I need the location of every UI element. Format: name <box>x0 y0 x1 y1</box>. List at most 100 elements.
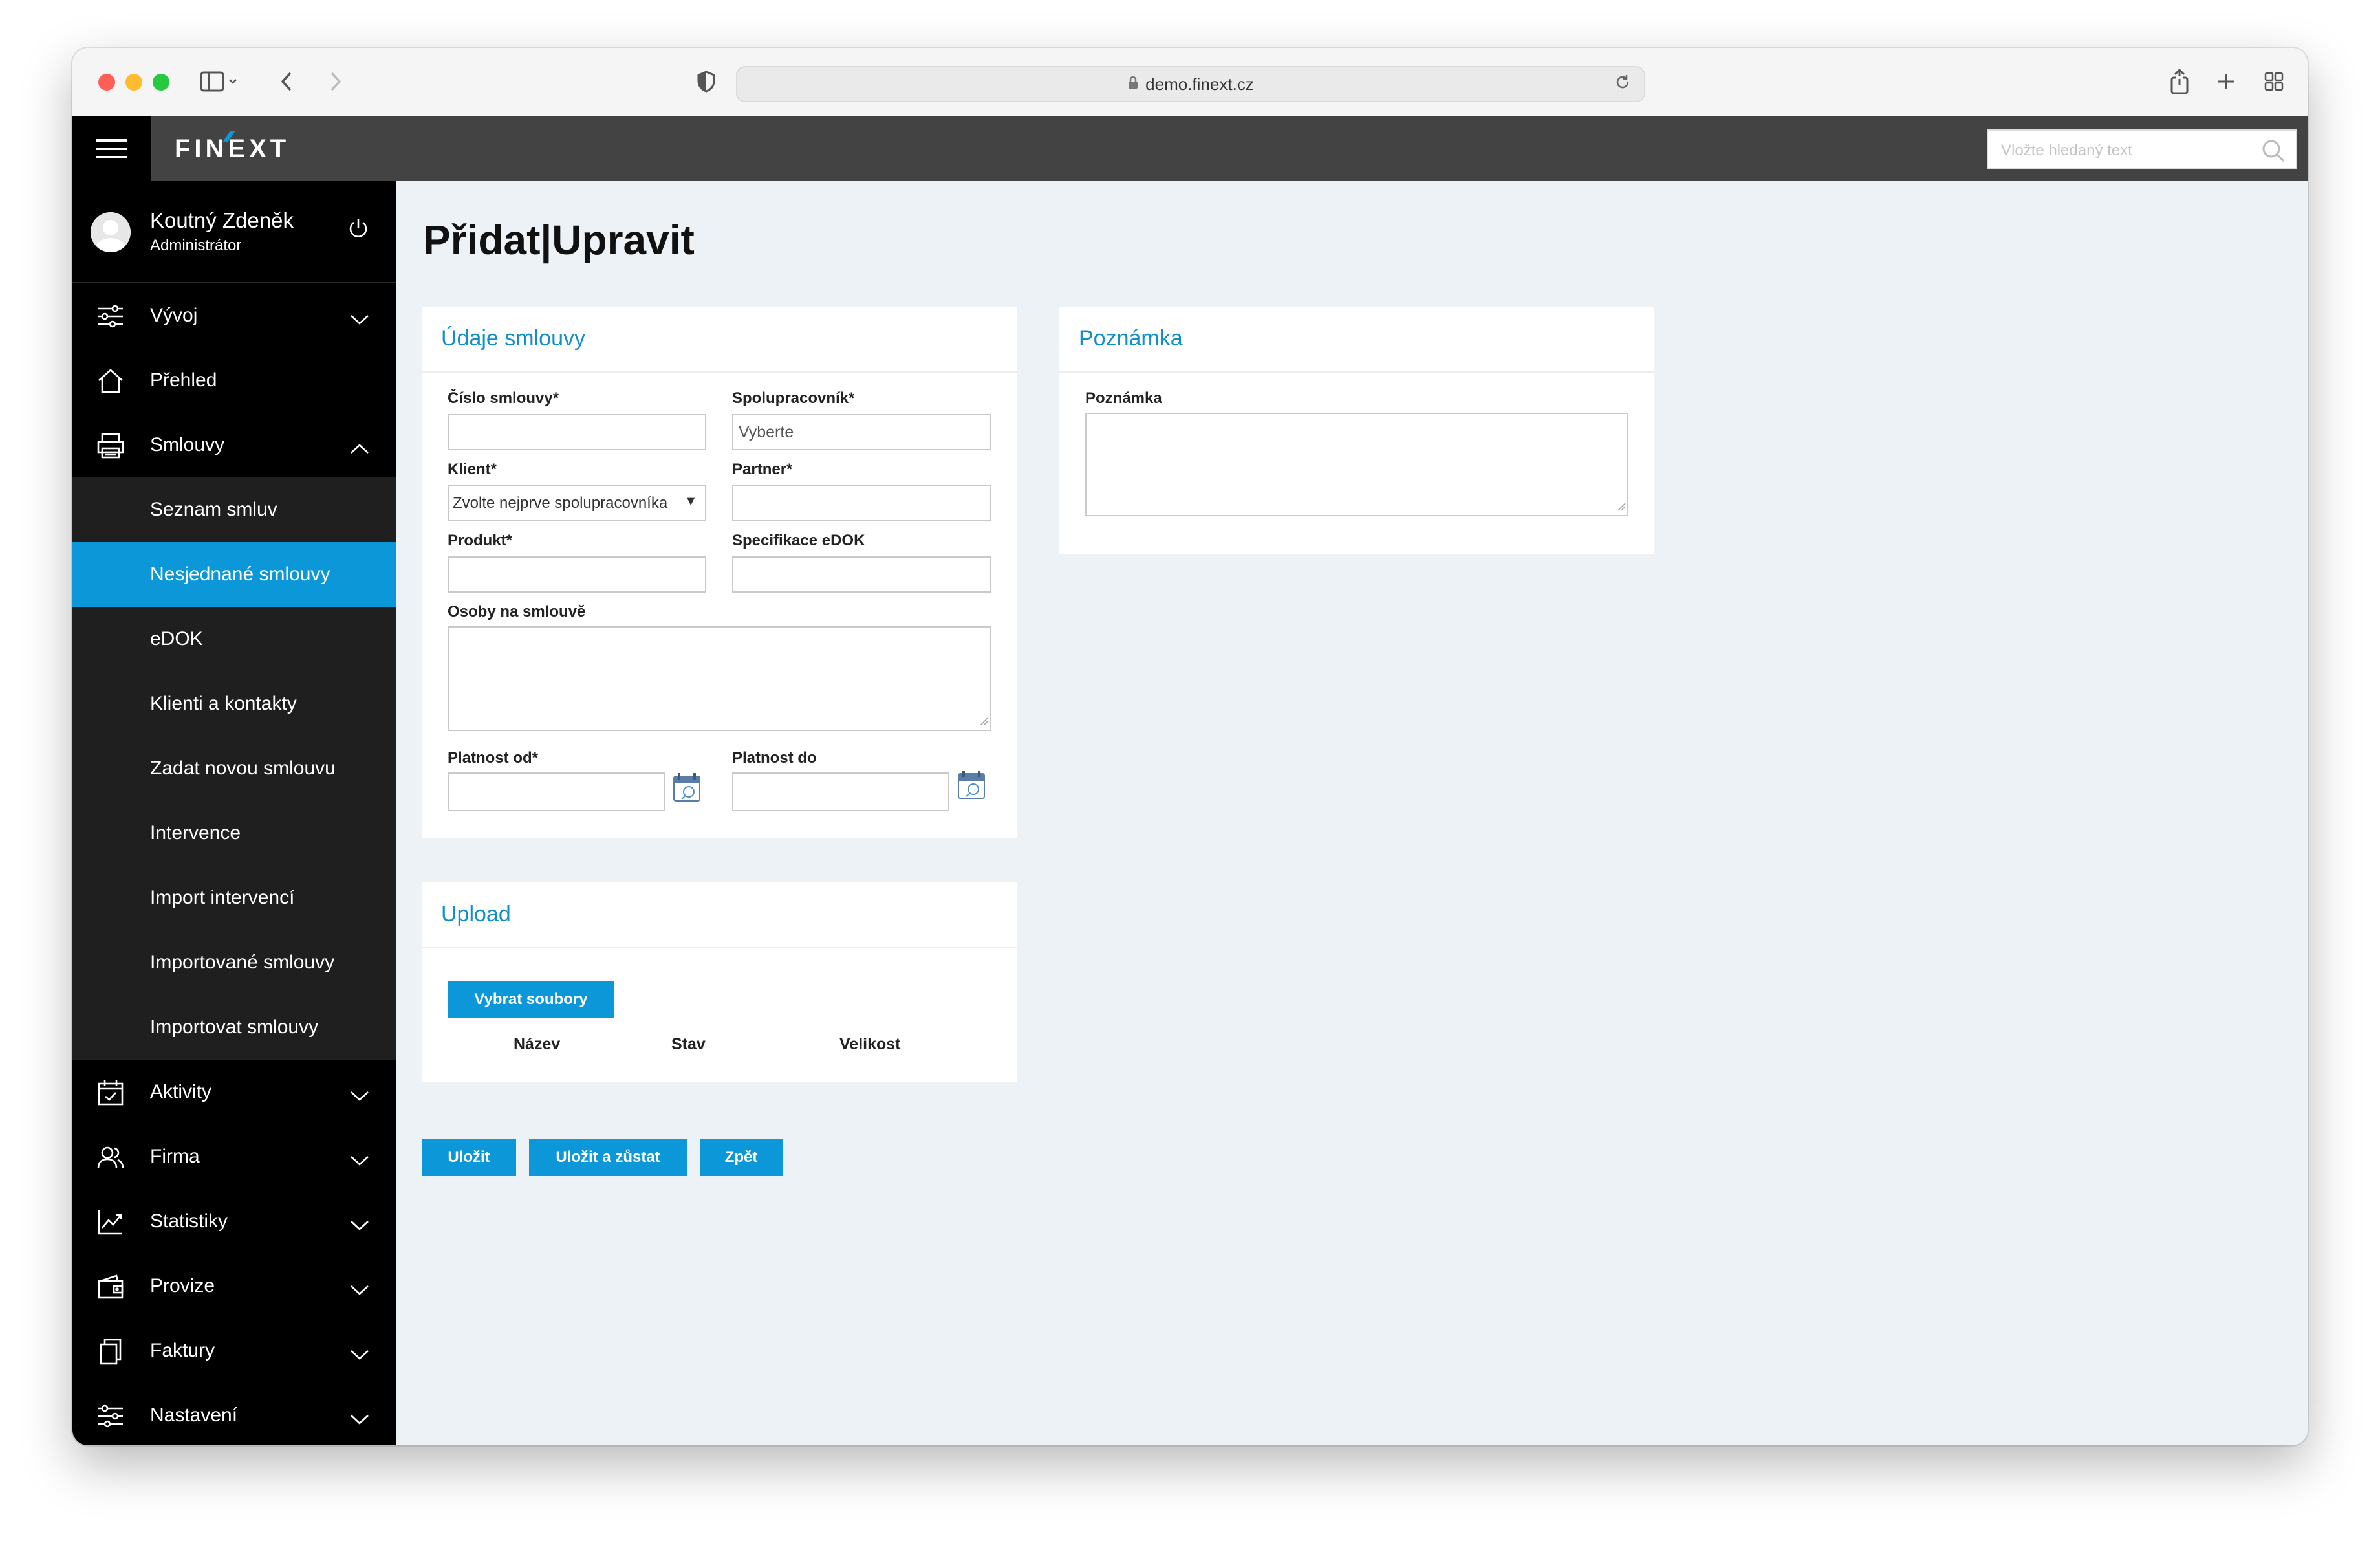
required-mark: * <box>552 389 559 407</box>
sidebar-item-intervence[interactable]: Intervence <box>72 801 396 866</box>
sidebar-item-zadat-novou-smlouvu[interactable]: Zadat novou smlouvu <box>72 736 396 801</box>
logout-power-icon[interactable] <box>347 217 370 243</box>
save-and-stay-button[interactable]: Uložit a zůstat <box>529 1139 687 1176</box>
save-button[interactable]: Uložit <box>422 1139 516 1176</box>
sidebar-item-importovat-smlouvy[interactable]: Importovat smlouvy <box>72 995 396 1060</box>
valid-from-input[interactable] <box>448 772 665 811</box>
sidebar-item-firma[interactable]: Firma <box>72 1124 396 1189</box>
sidebar-item-seznam-smluv[interactable]: Seznam smluv <box>72 477 396 542</box>
select-files-button[interactable]: Vybrat soubory <box>448 981 614 1018</box>
sidebar-toggle-icon[interactable] <box>197 66 242 97</box>
url-text: demo.finext.cz <box>1145 74 1254 94</box>
share-icon[interactable] <box>2165 66 2194 97</box>
global-search[interactable] <box>1987 129 2297 169</box>
client-select[interactable]: Zvolte nejprve spolupracovníka ▼ <box>448 485 706 521</box>
sidebar-item-prehled[interactable]: Přehled <box>72 348 396 413</box>
avatar[interactable] <box>91 212 131 252</box>
sidebar-nav: Vývoj Přehled Smlouvy Seznam smluv Nesje… <box>72 283 396 1445</box>
valid-to-label: Platnost do <box>732 749 817 767</box>
sidebar-item-label: Aktivity <box>150 1081 212 1102</box>
sidebar-item-importovane-smlouvy[interactable]: Importované smlouvy <box>72 930 396 995</box>
valid-to-input[interactable] <box>732 772 949 811</box>
logo-accent-icon <box>222 131 235 142</box>
required-mark: * <box>506 532 513 549</box>
contract-number-input[interactable] <box>448 414 706 450</box>
tab-overview-icon[interactable] <box>2260 66 2288 97</box>
search-input[interactable] <box>2000 137 2248 164</box>
forward-arrow-icon[interactable] <box>322 66 348 97</box>
sidebar-item-klienti-a-kontakty[interactable]: Klienti a kontakty <box>72 672 396 736</box>
sidebar-item-label: Importované smlouvy <box>150 952 335 973</box>
close-window-button[interactable] <box>98 74 115 91</box>
sidebar-item-label: Import intervencí <box>150 887 295 908</box>
sidebar-item-statistiky[interactable]: Statistiky <box>72 1189 396 1254</box>
shield-icon[interactable] <box>693 66 719 97</box>
chevron-down-icon <box>349 309 370 331</box>
sidebar-item-vyvoj[interactable]: Vývoj <box>72 283 396 348</box>
reload-icon[interactable] <box>1613 72 1632 96</box>
resize-grip-icon[interactable] <box>978 716 988 728</box>
back-arrow-icon[interactable] <box>274 66 300 97</box>
calendar-check-icon <box>97 1079 124 1106</box>
resize-grip-icon[interactable] <box>1616 501 1626 514</box>
home-icon <box>97 367 124 395</box>
zoom-window-button[interactable] <box>153 74 169 91</box>
sidebar-item-label: Importovat smlouvy <box>150 1016 319 1038</box>
wallet-icon <box>97 1273 124 1300</box>
sidebar-item-provize[interactable]: Provize <box>72 1254 396 1318</box>
note-textarea[interactable] <box>1085 413 1628 516</box>
sidebar-item-edok[interactable]: eDOK <box>72 607 396 672</box>
sidebar-item-label: Nastavení <box>150 1404 238 1426</box>
required-mark: * <box>490 461 497 478</box>
search-icon[interactable] <box>2261 138 2286 166</box>
sidebar-item-faktury[interactable]: Faktury <box>72 1318 396 1383</box>
collaborator-input[interactable] <box>732 414 991 450</box>
panel-title: Údaje smlouvy <box>441 326 585 351</box>
required-mark: * <box>849 389 855 407</box>
minimize-window-button[interactable] <box>125 74 142 91</box>
sidebar-item-label: Firma <box>150 1146 200 1167</box>
hamburger-icon <box>96 139 127 158</box>
page-title: Přidat|Upravit <box>423 217 695 263</box>
sliders-icon <box>97 303 124 330</box>
back-button[interactable]: Zpět <box>700 1139 783 1176</box>
chevron-down-icon <box>349 1086 370 1108</box>
upload-panel: Upload Vybrat soubory Název Stav Velikos… <box>422 882 1017 1082</box>
calendar-icon[interactable] <box>957 770 986 802</box>
new-tab-icon[interactable] <box>2212 66 2240 97</box>
sidebar-item-label: Provize <box>150 1275 215 1296</box>
partner-input[interactable] <box>732 485 991 521</box>
sidebar-item-label: Přehled <box>150 369 217 391</box>
note-panel: Poznámka Poznámka <box>1059 307 1654 554</box>
label-text: Partner <box>732 461 787 478</box>
sidebar-item-import-intervenci[interactable]: Import intervencí <box>72 866 396 930</box>
sidebar-item-smlouvy[interactable]: Smlouvy <box>72 413 396 477</box>
address-bar[interactable]: demo.finext.cz <box>736 66 1645 102</box>
edok-spec-label: Specifikace eDOK <box>732 532 865 549</box>
sidebar-item-label: Vývoj <box>150 305 198 326</box>
finext-logo[interactable]: FINEXT <box>175 131 290 167</box>
valid-from-label: Platnost od* <box>448 749 538 767</box>
required-mark: * <box>786 461 793 478</box>
product-input[interactable] <box>448 556 706 593</box>
lock-icon <box>1127 74 1139 94</box>
collaborator-label: Spolupracovník* <box>732 389 854 408</box>
label-text: Číslo smlouvy <box>448 389 553 407</box>
calendar-icon[interactable] <box>673 772 701 805</box>
sidebar-item-label: Nesjednané smlouvy <box>150 563 330 585</box>
sidebar-item-nesjednane-smlouvy[interactable]: Nesjednané smlouvy <box>72 542 396 607</box>
user-role: Administrátor <box>150 237 242 254</box>
persons-textarea[interactable] <box>448 626 991 731</box>
menu-toggle-button[interactable] <box>72 116 151 181</box>
sidebar-item-aktivity[interactable]: Aktivity <box>72 1060 396 1124</box>
chart-line-icon <box>97 1208 124 1236</box>
sidebar-item-label: Intervence <box>150 822 241 844</box>
printer-icon <box>97 432 124 459</box>
sidebar-item-label: Klienti a kontakty <box>150 693 297 714</box>
sidebar-item-label: eDOK <box>150 628 203 650</box>
edok-spec-input[interactable] <box>732 556 991 593</box>
sidebar-item-nastaveni[interactable]: Nastavení <box>72 1383 396 1445</box>
column-header-size: Velikost <box>839 1035 901 1053</box>
sidebar-item-label: Statistiky <box>150 1210 228 1232</box>
required-mark: * <box>532 749 539 767</box>
